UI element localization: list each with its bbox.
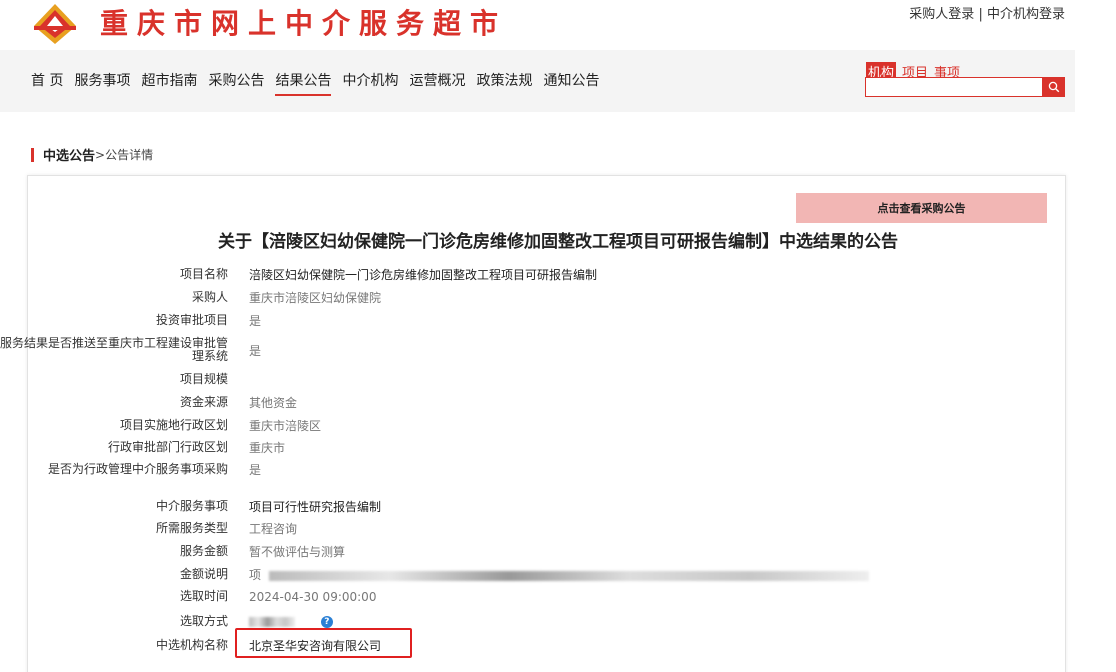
field-value: 项目可行性研究报告编制 [249,500,382,514]
view-procurement-notice-button[interactable]: 点击查看采购公告 [796,193,1047,223]
field-label: 选取方式 [179,614,228,628]
site-title: 重庆市网上中介服务超市 [100,7,508,40]
field-label: 服务金额 [179,544,228,558]
breadcrumb-section[interactable]: 中选公告 [43,145,95,164]
field-label: 项目名称 [179,267,228,281]
field-label: 项目实施地行政区划 [119,418,228,432]
field-row-service-amount: 服务金额 暂不做评估与测算 [0,544,1000,560]
nav-item-procurement[interactable]: 采购公告 [208,70,264,96]
field-label: 服务结果是否推送至重庆市工程建设审批管理系统 [0,336,229,363]
field-label: 行政审批部门行政区划 [107,440,228,454]
agency-login-link[interactable]: 中介机构登录 [987,7,1065,22]
field-value: 2024-04-30 09:00:00 [249,589,377,604]
breadcrumb: 中选公告 > 公告详情 [31,145,153,164]
field-label: 是否为行政管理中介服务事项采购 [47,462,228,476]
field-row-push-system: 服务结果是否推送至重庆市工程建设审批管理系统 是 [0,337,1000,363]
nav-item-operations[interactable]: 运营概况 [409,70,465,96]
field-value: 是 [249,463,262,477]
nav-item-agencies[interactable]: 中介机构 [342,70,398,96]
site-logo-icon[interactable] [30,0,80,44]
field-value-wrap: ? [249,615,333,629]
field-row-investment-approval: 投资审批项目 是 [0,313,1000,329]
nav-item-guide[interactable]: 超市指南 [141,70,197,96]
field-row-purchaser: 采购人 重庆市涪陵区妇幼保健院 [0,290,1000,306]
field-value: 重庆市涪陵区妇幼保健院 [249,291,382,305]
field-value: 暂不做评估与测算 [249,545,346,559]
nav-item-notices[interactable]: 通知公告 [543,70,599,96]
field-row-fund-source: 资金来源 其他资金 [0,395,1000,411]
field-value: 是 [249,314,262,328]
field-value: 重庆市 [249,441,286,455]
breadcrumb-current: 公告详情 [105,148,154,162]
field-value: 其他资金 [249,396,298,410]
field-label: 投资审批项目 [155,313,228,327]
field-label: 中选机构名称 [155,638,228,652]
field-value: 是 [249,343,262,358]
field-row-impl-region: 项目实施地行政区划 重庆市涪陵区 [0,418,1000,434]
login-separator: | [978,7,983,22]
field-label: 项目规模 [179,372,228,386]
buyer-login-link[interactable]: 采购人登录 [909,7,974,22]
field-row-selected-agency: 中选机构名称 北京圣华安咨询有限公司 [0,638,1000,654]
field-value: 项 [249,568,262,582]
field-label: 采购人 [191,290,228,304]
annotation-highlight-box [235,628,412,658]
search-icon [1048,81,1060,93]
field-value: 重庆市涪陵区 [249,419,322,433]
field-row-service-item: 中介服务事项 项目可行性研究报告编制 [0,499,1000,515]
field-row-admin-procurement: 是否为行政管理中介服务事项采购 是 [0,462,1000,478]
breadcrumb-separator: > [95,147,106,162]
main-nav: 首 页 服务事项 超市指南 采购公告 结果公告 中介机构 运营概况 政策法规 通… [31,70,610,96]
search-button[interactable] [1043,77,1065,97]
nav-item-results[interactable]: 结果公告 [275,70,332,96]
redacted-text [268,570,869,581]
nav-item-home[interactable]: 首 页 [31,70,63,96]
help-icon[interactable]: ? [320,616,333,628]
field-row-approval-region: 行政审批部门行政区划 重庆市 [0,440,1000,456]
field-value: 工程咨询 [249,522,298,536]
field-row-service-type: 所需服务类型 工程咨询 [0,521,1000,537]
field-row-project-scale: 项目规模 [0,373,1000,386]
field-label: 中介服务事项 [155,499,228,513]
field-row-selection-method: 选取方式 ? [0,615,1000,628]
nav-item-policies[interactable]: 政策法规 [476,70,532,96]
search-input[interactable] [865,77,1043,97]
redacted-text [249,617,295,627]
field-value-wrap: 项 [249,566,869,583]
breadcrumb-marker [31,147,34,162]
field-row-amount-note: 金额说明 项 [0,566,1000,583]
field-value: 涪陵区妇幼保健院一门诊危房维修加固整改工程项目可研报告编制 [249,268,598,282]
site-header: 重庆市网上中介服务超市 采购人登录 | 中介机构登录 [0,0,1116,50]
notice-title: 关于【涪陵区妇幼保健院一门诊危房维修加固整改工程项目可研报告编制】中选结果的公告 [218,232,898,252]
field-label: 金额说明 [179,567,228,581]
field-label: 资金来源 [179,395,228,409]
login-links: 采购人登录 | 中介机构登录 [909,3,1065,22]
field-row-selection-time: 选取时间 2024-04-30 09:00:00 [0,589,1000,604]
field-label: 所需服务类型 [155,521,228,535]
nav-item-service-items[interactable]: 服务事项 [74,70,130,96]
field-label: 选取时间 [179,589,228,603]
field-row-project-name: 项目名称 涪陵区妇幼保健院一门诊危房维修加固整改工程项目可研报告编制 [0,267,1000,283]
